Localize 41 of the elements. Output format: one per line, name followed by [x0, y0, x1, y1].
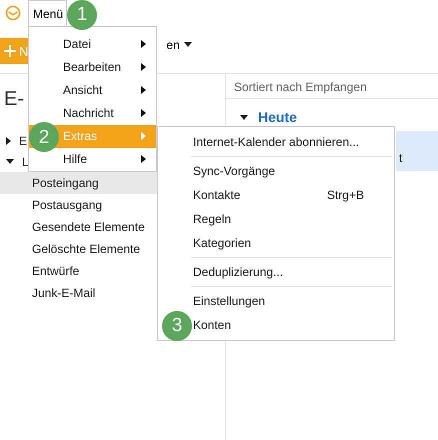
submenu-arrow-icon: [141, 132, 146, 140]
folder-item[interactable]: Gesendete Elemente: [0, 216, 157, 238]
menu-item[interactable]: Deduplizierung...: [193, 265, 364, 279]
submenu-arrow-icon: [141, 155, 146, 163]
folder-item[interactable]: Junk-E-Mail: [0, 282, 157, 304]
step-badge: 2: [29, 122, 59, 152]
step-badge: 1: [67, 0, 97, 30]
message-item[interactable]: t: [396, 131, 438, 171]
submenu-arrow-icon: [141, 109, 146, 117]
submenu-arrow-icon: [141, 40, 146, 48]
folder-group[interactable]: L: [22, 154, 29, 168]
folder-item[interactable]: Gelöschte Elemente: [0, 238, 157, 260]
submenu-arrow-icon: [141, 63, 146, 71]
menu-item[interactable]: Ansicht: [29, 79, 156, 102]
shortcut-label: Strg+B: [326, 188, 364, 202]
menu-button[interactable]: Menü: [28, 0, 67, 26]
menu-item[interactable]: Kategorien: [193, 236, 364, 250]
expand-icon[interactable]: [240, 114, 248, 120]
menu-item[interactable]: Einstellungen: [193, 294, 364, 308]
expand-icon[interactable]: [6, 159, 14, 164]
caret-icon: [184, 42, 192, 47]
folder-group[interactable]: E: [19, 134, 28, 148]
menu-item[interactable]: Nachricht: [29, 102, 156, 125]
folder-item[interactable]: Posteingang: [0, 172, 157, 194]
pane-title: E-: [4, 88, 24, 111]
menu-item[interactable]: Datei: [29, 33, 156, 56]
step-badge: 3: [162, 311, 192, 341]
menu-item[interactable]: Sync-Vorgänge: [193, 164, 364, 178]
group-label: Heute: [258, 109, 297, 125]
expand-icon[interactable]: [6, 136, 11, 144]
menu-item[interactable]: Internet-Kalender abonnieren...: [193, 135, 364, 149]
menu-item[interactable]: Bearbeiten: [29, 56, 156, 79]
menu-item[interactable]: Kontakte: [193, 188, 327, 202]
menu-item[interactable]: Regeln: [193, 212, 364, 226]
sort-label[interactable]: Sortiert nach Empfangen: [226, 74, 438, 99]
folder-item[interactable]: Entwürfe: [0, 260, 157, 282]
logo-icon: [5, 5, 21, 21]
menu-item[interactable]: Konten: [193, 318, 364, 332]
folder-item[interactable]: Postausgang: [0, 194, 157, 216]
view-dropdown[interactable]: en: [166, 38, 192, 52]
submenu-arrow-icon: [141, 86, 146, 94]
